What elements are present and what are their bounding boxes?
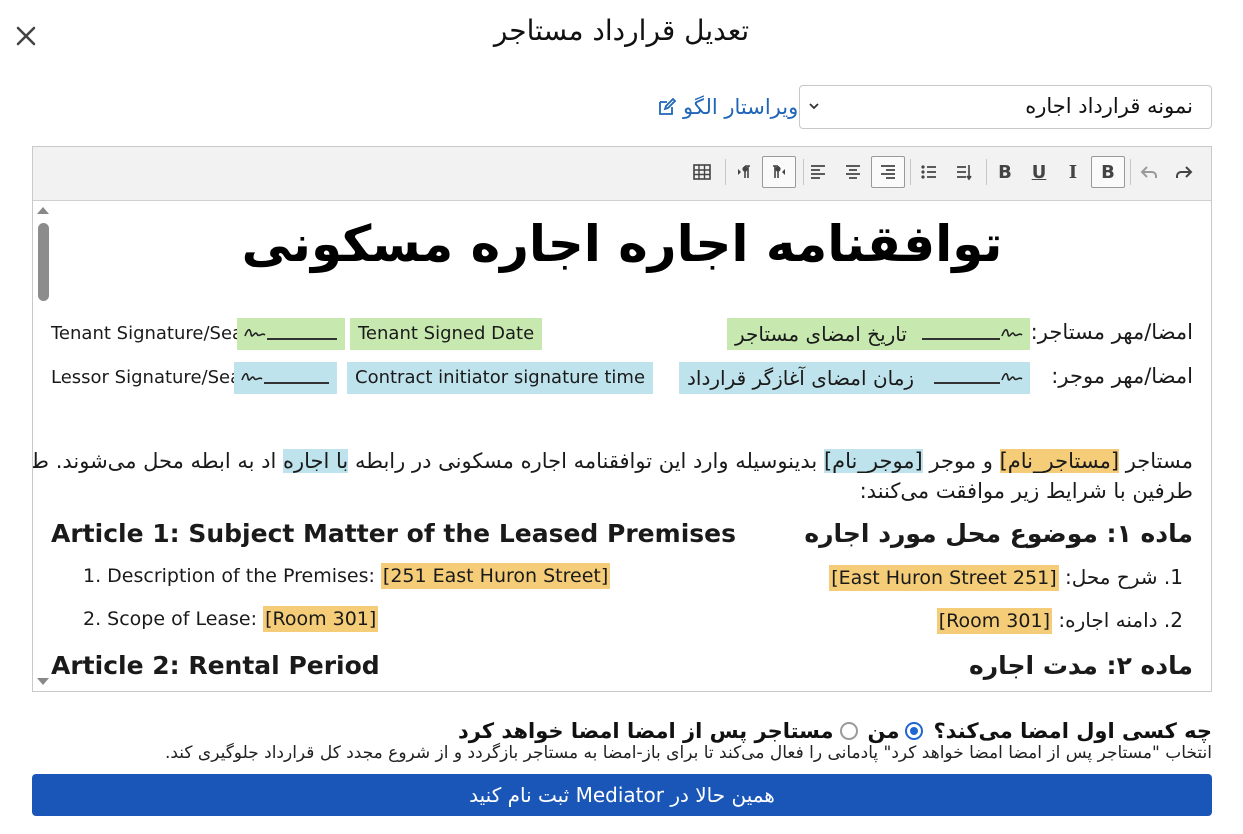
who-signs-first: چه کسی اول امضا می‌کند؟ من مستاجر پس از … [458,716,1212,746]
register-in-mediator-button[interactable]: همین حالا در Mediator ثبت نام کنید [32,774,1212,816]
article1-item1-en: 1. Description of the Premises: [251 Eas… [83,563,611,589]
lessor-name-field[interactable]: [موجر_نام] [823,449,923,473]
article1-item2-fa: 2. دامنه اجاره: [Room 301] [936,608,1183,634]
tenant-signed-date-en[interactable]: Tenant Signed Date [350,318,543,350]
intro-paragraph-line1: مستاجر [مستاجر_نام] و موجر [موجر_نام] بد… [33,449,1193,473]
article1-item2-en: 2. Scope of Lease: [Room 301] [83,606,379,632]
table-icon[interactable] [685,156,719,188]
redo-icon[interactable] [1167,156,1201,188]
template-select[interactable]: نمونه قرارداد اجاره [799,85,1212,129]
intro-paragraph-line2: طرفین با شرایط زیر موافقت می‌کنند: [859,479,1193,503]
lessor-signature-label-en: Lessor Signature/Seal : [51,367,258,388]
editor-content[interactable]: توافقنامه اجاره اجاره مسکونی امضا/مهر مس… [33,201,1211,691]
premises-field-en[interactable]: [251 East Huron Street] [380,563,611,589]
who-signs-first-label: چه کسی اول امضا می‌کند؟ [933,719,1212,743]
document-title: توافقنامه اجاره اجاره مسکونی [241,215,1003,273]
ltr-icon[interactable] [727,156,761,188]
tenant-signature-field-en[interactable] [237,318,345,350]
scroll-up-icon[interactable] [36,205,50,215]
register-button-label: همین حالا در Mediator ثبت نام کنید [469,783,775,807]
bold-icon[interactable]: B [988,156,1022,188]
tenant-signed-date-fa[interactable]: تاریخ امضای مستاجر [727,318,915,350]
editor-toolbar: B U I B [33,147,1211,201]
tenant-signature-label-fa: امضا/مهر مستاجر: [1030,320,1193,344]
scope-field-en[interactable]: [Room 301] [263,606,379,632]
scroll-down-icon[interactable] [36,677,50,687]
edit-contract-dialog: تعدیل قرارداد مستاجر ویراستار الگو نمونه… [0,0,1243,834]
list-icon[interactable] [912,156,946,188]
tenant-signature-label-en: Tenant Signature/Seal : [51,323,260,344]
align-right-icon[interactable] [871,156,905,188]
radio-tenant-after-label[interactable]: مستاجر پس از امضا امضا خواهد کرد [458,719,834,743]
chevron-down-icon [809,103,819,110]
article1-title-fa: ماده ۱: موضوع محل مورد اجاره [804,519,1193,548]
edit-icon [659,97,677,115]
template-select-value: نمونه قرارداد اجاره [1025,94,1193,118]
lessor-signature-field-fa[interactable] [922,362,1030,394]
bold-active-icon[interactable]: B [1091,156,1125,188]
article2-title-en: Article 2: Rental Period [51,651,380,680]
article2-title-fa: ماده ۲: مدت اجاره [968,651,1193,680]
scope-field-fa[interactable]: [Room 301] [936,608,1052,634]
underline-icon[interactable]: U [1022,156,1056,188]
rich-text-editor[interactable]: B U I B توافقنامه اجاره اجاره مسکونی امض… [32,146,1212,692]
italic-icon[interactable]: I [1056,156,1090,188]
radio-tenant-after[interactable] [839,722,858,740]
radio-me-label[interactable]: من [868,719,900,743]
lessor-signed-date-en[interactable]: Contract initiator signature time [347,362,654,394]
dialog-title: تعدیل قرارداد مستاجر [493,14,750,47]
radio-me[interactable] [905,722,924,740]
signing-hint: انتخاب "مستاجر پس از امضا امضا خواهد کرد… [164,743,1212,763]
premises-field-fa[interactable]: [251 East Huron Street] [829,565,1059,591]
article1-title-en: Article 1: Subject Matter of the Leased … [51,519,736,548]
lessor-signature-label-fa: امضا/مهر موجر: [1051,364,1193,388]
undo-icon[interactable] [1132,156,1166,188]
article1-item1-fa: 1. شرح محل: [251 East Huron Street] [829,565,1183,591]
tenant-name-field[interactable]: [مستاجر_نام] [999,449,1120,473]
tenant-signature-field-fa[interactable] [910,318,1030,350]
align-left-icon[interactable] [801,156,835,188]
template-editor-label: ویراستار الگو [683,95,799,119]
list-indent-icon[interactable] [947,156,981,188]
lessor-signed-date-fa[interactable]: زمان امضای آغازگر قرارداد [679,362,923,394]
align-center-icon[interactable] [836,156,870,188]
template-editor-link[interactable]: ویراستار الگو [657,92,798,122]
rtl-icon[interactable] [762,156,796,188]
lessor-signature-field-en[interactable] [234,362,337,394]
